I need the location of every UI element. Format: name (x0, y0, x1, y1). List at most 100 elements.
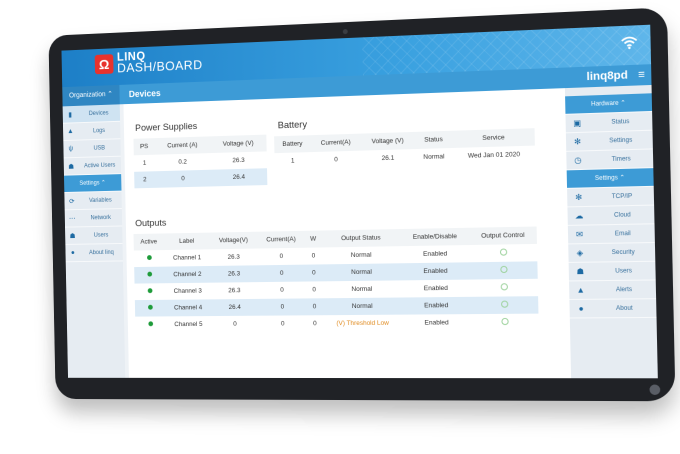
column-header: Enable/Disable (400, 227, 470, 247)
column-header: Voltage(V) (209, 231, 258, 250)
sidebar-item-cloud[interactable]: ☁ Cloud (567, 205, 655, 226)
users-icon: ☗ (576, 266, 585, 277)
menu-icon[interactable]: ≡ (638, 64, 645, 85)
sidebar-item-about[interactable]: ● About linq (65, 243, 123, 263)
table-cell: 0 (334, 156, 338, 164)
column-header: Voltage (V) (360, 131, 415, 151)
organization-label: Organization (68, 91, 106, 100)
page-title: Devices (128, 88, 161, 100)
table-cell: 26.4 (210, 168, 268, 187)
variables-icon: ⟳ (69, 198, 75, 205)
sidebar-item-label: Cloud (613, 211, 631, 219)
output-status-cell: Normal (322, 297, 403, 316)
cloud-icon: ☁ (574, 211, 584, 221)
sidebar-item-label: About (615, 305, 633, 312)
enable-toggle[interactable]: Enabled (402, 314, 471, 332)
brand-title: LINQ DASH/BOARD (117, 48, 203, 76)
sidebar-item-devices[interactable]: ▮ Devices (62, 104, 121, 124)
hardware-label: Hardware (591, 100, 619, 108)
channel-label: Channel 2 (164, 265, 211, 284)
output-status-cell: Normal (350, 251, 372, 259)
channel-label: Channel 5 (174, 321, 203, 329)
camera-dot (342, 29, 348, 35)
active-indicator-icon (135, 283, 166, 300)
sidebar-item-users[interactable]: ☗ Users (65, 226, 123, 245)
logs-icon: ▲ (67, 128, 74, 136)
settings-label: Settings (594, 174, 618, 182)
watt-cell: 0 (306, 298, 323, 316)
voltage-cell: 26.3 (210, 265, 258, 283)
sidebar-item-active-users[interactable]: ☗ Active Users (63, 156, 122, 176)
dashboard-screen: Ω LINQ DASH/BOARD Organization ⌃ Devices… (61, 24, 658, 379)
settings-section[interactable]: Settings ⌃ (566, 168, 654, 189)
sidebar-item-label: Timers (611, 155, 631, 163)
sidebar-section-settings[interactable]: Settings ⌃ (63, 174, 122, 193)
sidebar-item-tcpip[interactable]: ✻ TCP/IP (567, 186, 655, 208)
output-control-icon[interactable] (469, 244, 537, 262)
battery-table: Battery Current(A) Voltage (V) Status Se… (274, 128, 535, 170)
table-cell: 26.3 (232, 156, 245, 165)
status-icon: ▣ (573, 118, 582, 128)
sidebar-item-label: Active Users (84, 162, 116, 169)
outputs-title: Outputs (135, 217, 167, 230)
current-cell: 0 (257, 264, 306, 283)
voltage-cell: 26.3 (227, 253, 240, 261)
table-cell: 0 (155, 169, 212, 188)
sidebar-item-label: Alerts (615, 286, 633, 293)
active-indicator-icon (134, 250, 165, 267)
output-control-icon[interactable] (470, 279, 538, 297)
users-icon: ☗ (68, 163, 75, 171)
active-indicator-icon (135, 316, 166, 333)
watt-cell: 0 (312, 286, 317, 294)
column-header: Current (A) (154, 136, 211, 155)
sidebar-item-logs[interactable]: ▲ Logs (62, 121, 121, 142)
current-cell: 0 (280, 286, 284, 294)
enable-toggle[interactable]: Enabled (401, 262, 471, 281)
gear-icon: ✻ (573, 137, 582, 147)
column-header: Output Control (468, 226, 537, 246)
output-control-icon[interactable] (470, 296, 539, 315)
enable-toggle[interactable]: Enabled (401, 245, 470, 263)
enable-toggle[interactable]: Enabled (402, 280, 471, 298)
right-sidebar: Hardware ⌃ ▣ Status ✻ Settings ◷ Timers Set… (564, 84, 658, 379)
sidebar-item-label: Network (90, 214, 111, 221)
table-cell: 0.2 (178, 158, 188, 166)
table-cell: 1 (290, 157, 295, 165)
output-control-icon[interactable] (471, 314, 539, 332)
sidebar-item-label: About linq (89, 249, 114, 256)
sidebar-item-email[interactable]: ✉ Email (567, 224, 655, 245)
sidebar-item-users[interactable]: ☗ Users (568, 261, 656, 282)
sidebar-item-label: Email (614, 230, 631, 237)
table-cell: 1 (142, 159, 147, 167)
current-cell: 0 (279, 253, 284, 261)
sidebar-item-label: Settings (609, 137, 633, 144)
devices-panel: Power Supplies PS Current (A) Voltage (V… (123, 88, 572, 379)
sidebar-item-usb[interactable]: ψ USB (63, 139, 121, 159)
column-header: Current(A) (256, 230, 306, 249)
sidebar-item-variables[interactable]: ⟳ Variables (64, 191, 122, 211)
shield-icon: ◈ (576, 248, 584, 258)
sidebar-item-network[interactable]: ⋯ Network (64, 209, 123, 228)
info-icon: ● (70, 249, 75, 257)
brand-line2: DASH/BOARD (117, 57, 203, 76)
linq-logo-icon: Ω (94, 54, 114, 75)
sidebar-item-hw-settings[interactable]: ✻ Settings (565, 130, 653, 152)
column-header: W (304, 230, 322, 248)
sidebar-item-timers[interactable]: ◷ Timers (566, 149, 654, 171)
table-cell: Normal (423, 153, 445, 161)
power-button-icon (649, 384, 661, 395)
sidebar-item-alerts[interactable]: ▲ Alerts (569, 280, 657, 300)
email-icon: ✉ (575, 229, 584, 240)
table-row: Channel 5 0 0 0 (V) Threshold Low Enable… (135, 314, 539, 334)
sidebar-item-about[interactable]: ● About (569, 299, 657, 319)
clock-icon: ◷ (574, 155, 582, 166)
sidebar-item-security[interactable]: ◈ Security (568, 243, 656, 263)
battery-title: Battery (277, 119, 308, 132)
watt-cell: 0 (311, 252, 316, 260)
organization-dropdown[interactable]: Organization ⌃ (62, 84, 120, 107)
enable-toggle[interactable]: Enabled (402, 296, 471, 315)
tablet-bezel: Ω LINQ DASH/BOARD Organization ⌃ Devices… (48, 7, 676, 402)
power-supplies-title: Power Supplies (135, 121, 198, 134)
username-label[interactable]: linq8pd (586, 65, 628, 87)
output-control-icon[interactable] (469, 261, 538, 280)
